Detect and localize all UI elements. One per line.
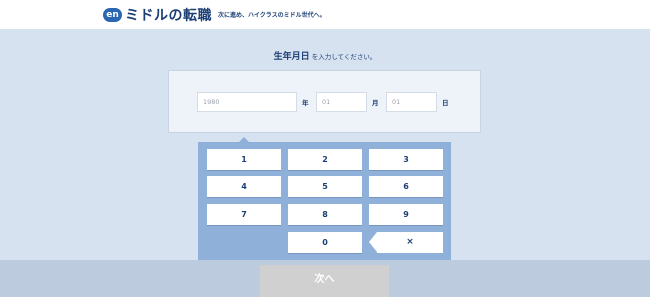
key-1[interactable]: 1 <box>207 149 281 170</box>
site-header: en ミドルの転職 次に進め、ハイクラスのミドル世代へ。 <box>0 0 650 29</box>
backspace-key[interactable]: × <box>377 232 443 253</box>
key-8[interactable]: 8 <box>288 204 362 225</box>
year-unit: 年 <box>302 99 309 107</box>
key-9[interactable]: 9 <box>369 204 443 225</box>
key-5[interactable]: 5 <box>288 176 362 197</box>
site-logo[interactable]: en ミドルの転職 <box>103 5 212 25</box>
tagline: 次に進め、ハイクラスのミドル世代へ。 <box>218 12 326 19</box>
logo-text: ミドルの転職 <box>125 8 212 24</box>
backspace-arrow-shape <box>369 232 377 252</box>
day-input[interactable]: 01 <box>386 92 437 112</box>
prompt-text: を入力してください。 <box>309 53 377 61</box>
month-unit: 月 <box>372 99 379 107</box>
prompt-heading: 生年月日 <box>273 52 310 62</box>
month-input[interactable]: 01 <box>316 92 367 112</box>
key-7[interactable]: 7 <box>207 204 281 225</box>
next-button[interactable]: 次へ <box>260 265 389 297</box>
key-0[interactable]: 0 <box>288 232 362 253</box>
key-2[interactable]: 2 <box>288 149 362 170</box>
birthdate-prompt: 生年月日 を入力してください。 <box>0 44 650 63</box>
key-4[interactable]: 4 <box>207 176 281 197</box>
key-3[interactable]: 3 <box>369 149 443 170</box>
en-logo-icon: en <box>103 8 122 22</box>
birthdate-input-panel: 1980 年 01 月 01 日 <box>168 70 481 133</box>
year-input[interactable]: 1980 <box>197 92 297 112</box>
key-6[interactable]: 6 <box>369 176 443 197</box>
day-unit: 日 <box>442 99 449 107</box>
